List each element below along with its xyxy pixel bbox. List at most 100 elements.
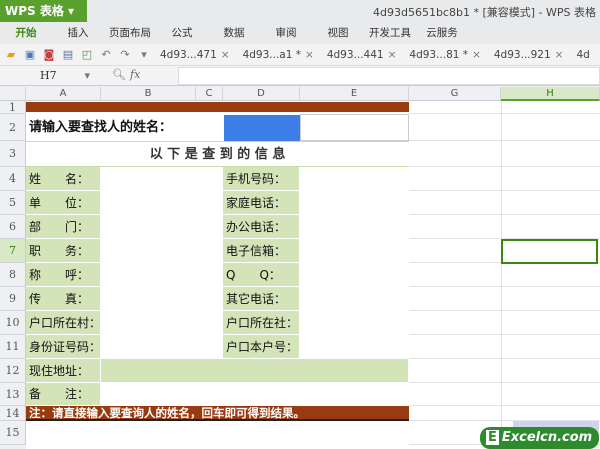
- row-header[interactable]: 15: [0, 421, 26, 445]
- field-value[interactable]: [101, 215, 223, 239]
- column-header-e[interactable]: E: [300, 87, 409, 101]
- field-value[interactable]: [101, 239, 223, 263]
- row-header[interactable]: 10: [0, 311, 26, 335]
- field-value[interactable]: [300, 239, 409, 263]
- column-header-h[interactable]: H: [501, 87, 600, 101]
- field-value[interactable]: [300, 311, 409, 335]
- field-value[interactable]: [300, 167, 409, 191]
- row-header[interactable]: 9: [0, 287, 26, 311]
- close-icon[interactable]: ×: [472, 49, 481, 61]
- doc-tab[interactable]: 4d93...81 * ×: [405, 49, 484, 61]
- tab-insert[interactable]: 插入: [52, 22, 104, 44]
- name-box[interactable]: H7 ▾: [6, 68, 96, 84]
- print-icon[interactable]: ▤: [61, 48, 75, 62]
- doc-tab[interactable]: 4d: [572, 49, 593, 61]
- close-icon[interactable]: ×: [555, 49, 564, 61]
- doc-tab[interactable]: 4d93...921 ×: [490, 49, 568, 61]
- field-label: 备 注：: [26, 383, 101, 406]
- close-icon[interactable]: ×: [388, 49, 397, 61]
- tab-developer[interactable]: 开发工具: [364, 22, 416, 44]
- column-header-c[interactable]: C: [196, 87, 223, 101]
- field-value[interactable]: [101, 383, 409, 406]
- name-input-cell[interactable]: [224, 115, 300, 141]
- tab-home[interactable]: 开始: [0, 22, 52, 44]
- row-header[interactable]: 8: [0, 263, 26, 287]
- close-icon[interactable]: ×: [221, 49, 230, 61]
- formula-input[interactable]: [178, 67, 600, 85]
- fx-icon[interactable]: fx: [130, 68, 140, 81]
- row-header[interactable]: 3: [0, 141, 26, 167]
- field-label: 其它电话：: [223, 287, 300, 311]
- zoom-function-icon[interactable]: 🔍︎: [112, 68, 126, 81]
- doc-tab[interactable]: 4d93...a1 * ×: [239, 49, 318, 61]
- field-value[interactable]: [300, 263, 409, 287]
- row-header[interactable]: 11: [0, 335, 26, 359]
- field-label: 办公电话：: [223, 215, 300, 239]
- cell-e2[interactable]: [300, 114, 409, 141]
- row-header[interactable]: 7: [0, 239, 26, 263]
- menu-bar: 开始 插入 页面布局 公式 数据 审阅 视图 开发工具 云服务: [0, 22, 600, 44]
- field-value[interactable]: [101, 359, 409, 383]
- row-header[interactable]: 4: [0, 167, 26, 191]
- tab-data[interactable]: 数据: [208, 22, 260, 44]
- selected-cell-h7[interactable]: [501, 239, 598, 264]
- gridline: [501, 101, 502, 449]
- gridline: [409, 214, 600, 215]
- close-icon[interactable]: ×: [305, 49, 314, 61]
- tab-formulas[interactable]: 公式: [156, 22, 208, 44]
- row-header[interactable]: 14: [0, 406, 26, 421]
- row-header[interactable]: 12: [0, 359, 26, 383]
- field-value[interactable]: [300, 191, 409, 215]
- field-value[interactable]: [300, 215, 409, 239]
- row-header[interactable]: 1: [0, 101, 26, 114]
- tab-view[interactable]: 视图: [312, 22, 364, 44]
- field-value[interactable]: [101, 287, 223, 311]
- field-label: 户口本户号：: [223, 335, 300, 359]
- field-label: 手机号码：: [223, 167, 300, 191]
- field-label: 家庭电话：: [223, 191, 300, 215]
- row-header[interactable]: 5: [0, 191, 26, 215]
- column-header-a[interactable]: A: [26, 87, 101, 101]
- save-icon[interactable]: ▣: [23, 48, 37, 62]
- column-header-b[interactable]: B: [101, 87, 196, 101]
- gridline: [409, 113, 600, 114]
- header-bar: [26, 102, 409, 112]
- field-label: 单 位：: [26, 191, 101, 215]
- column-header-g[interactable]: G: [409, 87, 501, 101]
- wps-logo-button[interactable]: WPS 表格 ▾: [0, 0, 87, 22]
- field-label: Q Q：: [223, 263, 300, 287]
- field-value[interactable]: [101, 311, 223, 335]
- window-title: 4d93d5651bc8b1 * [兼容模式] - WPS 表格: [373, 6, 596, 19]
- row-header[interactable]: 2: [0, 114, 26, 141]
- chevron-down-icon[interactable]: ▾: [84, 68, 90, 84]
- prompt-label: 请输入要查找人的姓名：: [26, 114, 223, 141]
- redo-icon[interactable]: ↷: [118, 48, 132, 62]
- open-icon[interactable]: ▰: [4, 48, 18, 62]
- customize-dropdown-icon[interactable]: ▾: [137, 48, 151, 62]
- gridline: [409, 166, 600, 167]
- field-value[interactable]: [101, 263, 223, 287]
- field-label: 户口所在社：: [223, 311, 300, 335]
- field-value[interactable]: [101, 167, 223, 191]
- doc-tab-label: 4d93...a1 *: [242, 48, 301, 61]
- select-all-corner[interactable]: [0, 87, 26, 101]
- doc-tab[interactable]: 4d93...441 ×: [323, 49, 401, 61]
- field-value[interactable]: [300, 335, 409, 359]
- export-pdf-icon[interactable]: ◙: [42, 48, 56, 62]
- tab-cloud[interactable]: 云服务: [416, 22, 468, 44]
- field-value[interactable]: [101, 191, 223, 215]
- doc-tab-label: 4d93...81 *: [409, 48, 469, 61]
- row-header[interactable]: 13: [0, 383, 26, 406]
- quick-toolbar: ▰ ▣ ◙ ▤ ◰ ↶ ↷ ▾ 4d93...471 × 4d93...a1 * ×…: [0, 44, 600, 66]
- column-header-d[interactable]: D: [223, 87, 300, 101]
- row-header[interactable]: 6: [0, 215, 26, 239]
- field-value[interactable]: [101, 335, 223, 359]
- tab-review[interactable]: 审阅: [260, 22, 312, 44]
- field-label: 现住地址：: [26, 359, 101, 383]
- formula-bar: H7 ▾ 🔍︎ fx: [0, 66, 600, 86]
- print-preview-icon[interactable]: ◰: [80, 48, 94, 62]
- field-value[interactable]: [300, 287, 409, 311]
- tab-page-layout[interactable]: 页面布局: [104, 22, 156, 44]
- undo-icon[interactable]: ↶: [99, 48, 113, 62]
- doc-tab[interactable]: 4d93...471 ×: [156, 49, 234, 61]
